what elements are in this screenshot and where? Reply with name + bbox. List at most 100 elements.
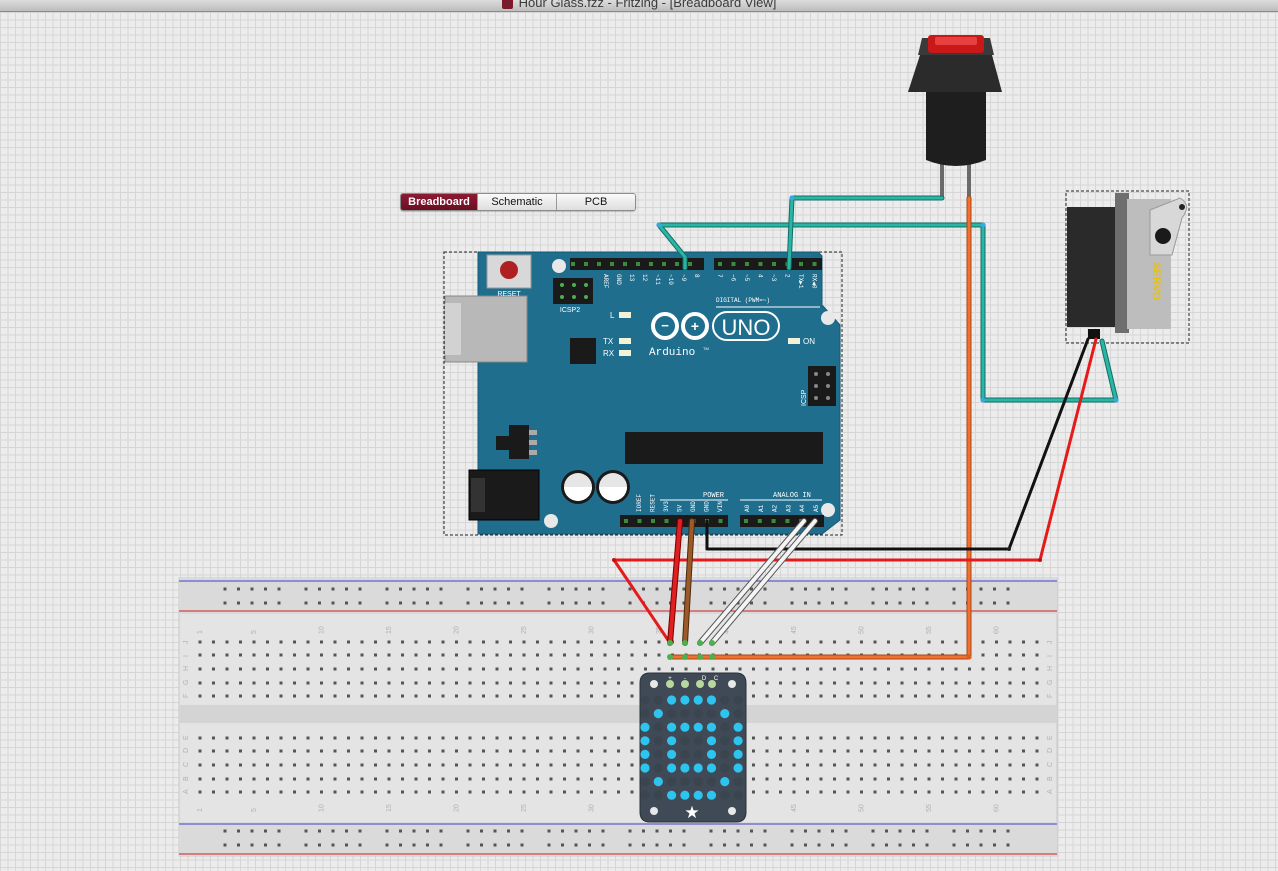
pin-label: GND: [690, 501, 697, 512]
row-letter: H: [183, 666, 190, 671]
pin-label: IOREF: [636, 494, 643, 512]
column-number: 1: [197, 630, 204, 634]
led-tx-label: TX: [603, 337, 614, 346]
button-leg: [940, 162, 944, 198]
column-number: 25: [521, 804, 528, 812]
matrix-led: [706, 709, 717, 719]
matrix-led: [733, 709, 743, 719]
matrix-led: [680, 709, 690, 719]
matrix-led: [720, 736, 730, 746]
servo-motor[interactable]: SERVO: [1065, 190, 1190, 344]
matrix-led: [640, 695, 650, 705]
servo-shaft-icon: [1155, 228, 1171, 244]
column-number: 1: [197, 808, 204, 812]
row-letter: B: [183, 776, 190, 781]
pin-label: RX◀0: [811, 274, 818, 289]
pin-label: ~3: [770, 274, 777, 282]
pin-label: A2: [772, 504, 779, 512]
column-number: 5: [251, 630, 258, 634]
icsp-header: [808, 366, 836, 406]
row-letter: C: [183, 762, 190, 767]
row-letter: G: [183, 680, 190, 685]
svg-text:D: D: [702, 676, 707, 682]
matrix-led: [667, 763, 677, 773]
row-letter: E: [183, 735, 190, 740]
push-button[interactable]: [908, 35, 1002, 198]
matrix-led: [667, 722, 677, 732]
pin-label: 13: [628, 274, 635, 282]
row-letter: G: [1047, 680, 1054, 685]
column-number: 55: [926, 626, 933, 634]
svg-text:TM: TM: [703, 346, 709, 351]
reset-button-cap[interactable]: [500, 261, 518, 279]
power-rail-bottom: [179, 822, 1057, 856]
matrix-led: [706, 763, 717, 773]
pin-label: 2: [784, 274, 791, 278]
digital-label: DIGITAL (PWM=~): [716, 297, 770, 304]
led-tx: [619, 338, 631, 344]
svg-text:−: −: [661, 318, 669, 333]
matrix-led: [667, 790, 677, 800]
row-letter: J: [183, 641, 190, 645]
pin-label: ~9: [680, 274, 687, 282]
pin-label: 4: [757, 274, 764, 278]
row-letter: F: [183, 694, 190, 698]
mount-hole: [544, 514, 558, 528]
brand-label: Arduino: [649, 347, 695, 359]
matrix-led: [720, 749, 730, 760]
row-letter: J: [1047, 641, 1054, 645]
led-on-label: ON: [803, 337, 815, 346]
matrix-led: [720, 709, 730, 719]
matrix-led: [667, 777, 677, 787]
star-logo-icon: ★: [684, 803, 699, 822]
column-number: 60: [994, 626, 1001, 634]
pin-label: 3V3: [663, 501, 670, 512]
mount-hole: [650, 680, 658, 688]
led-rx: [619, 350, 631, 356]
power-label: POWER: [703, 492, 725, 500]
arduino-uno[interactable]: RESET ICSP2 L TX RX ON − + UNO Arduino T…: [443, 251, 843, 536]
column-number: 20: [454, 626, 461, 634]
icsp2-label: ICSP2: [560, 307, 580, 314]
matrix-led: [693, 777, 703, 787]
matrix-led: [733, 790, 743, 800]
svg-text:-: -: [684, 676, 686, 682]
matrix-led: [706, 790, 717, 800]
matrix-led: [706, 736, 717, 746]
column-number: 10: [319, 804, 326, 812]
row-letter: E: [1047, 735, 1054, 740]
column-number: 45: [791, 626, 798, 634]
matrix-led: [653, 736, 663, 746]
matrix-led: [693, 722, 703, 732]
column-number: 30: [589, 626, 596, 634]
matrix-led: [653, 777, 663, 787]
matrix-led: [680, 763, 690, 773]
matrix-led: [706, 749, 717, 760]
row-letter: D: [1047, 748, 1054, 753]
pin-label: ~6: [730, 274, 737, 282]
svg-text:+: +: [691, 318, 699, 334]
matrix-led: [693, 695, 703, 705]
matrix-led: [706, 695, 717, 705]
matrix-led: [720, 722, 730, 732]
button-housing: [908, 55, 1002, 92]
breadboard[interactable]: 1155101015152020252530303535404045455050…: [178, 577, 1058, 857]
matrix-led: [733, 722, 743, 732]
matrix-led: [653, 749, 663, 760]
matrix-led: [653, 695, 663, 705]
matrix-led: [733, 695, 743, 705]
column-number: 15: [386, 626, 393, 634]
servo-connector: [1088, 329, 1100, 339]
matrix-led: [733, 777, 743, 787]
matrix-led: [720, 695, 730, 705]
model-label: UNO: [722, 315, 771, 340]
column-number: 10: [319, 626, 326, 634]
led-l-label: L: [610, 311, 615, 320]
pin-label: A1: [758, 504, 765, 512]
matrix-led: [640, 722, 650, 732]
matrix-led: [653, 763, 663, 773]
matrix-led: [667, 695, 677, 705]
led-matrix-backpack[interactable]: + - D C ★: [639, 672, 747, 823]
svg-text:+: +: [668, 676, 672, 682]
svg-text:C: C: [714, 676, 719, 682]
